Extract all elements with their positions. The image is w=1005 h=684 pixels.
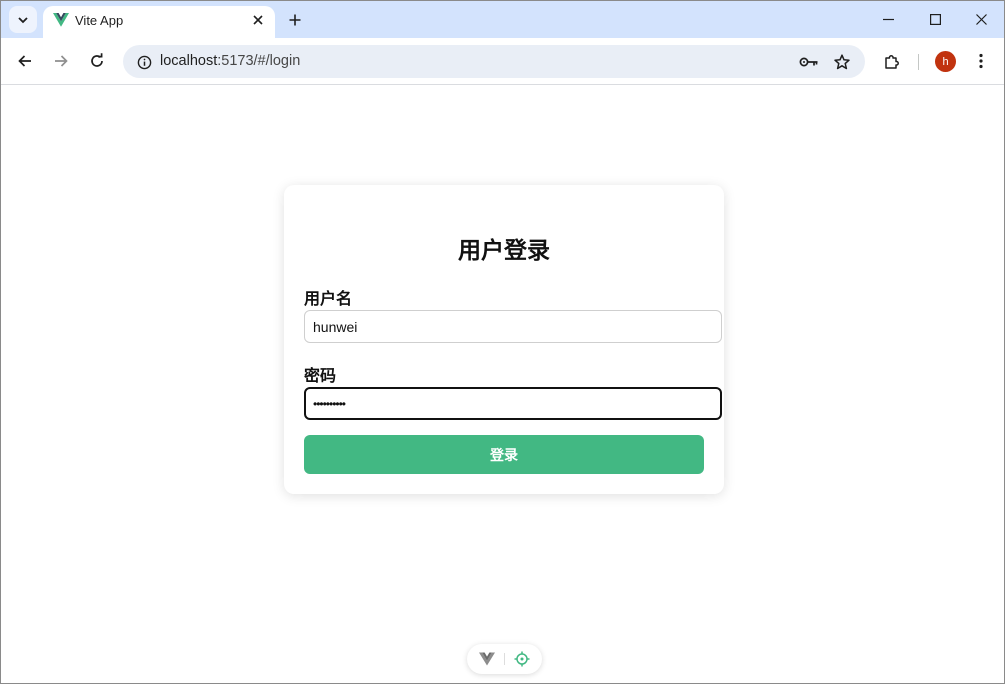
info-icon [137,55,151,69]
back-button[interactable] [12,48,38,74]
arrow-right-icon [55,55,68,67]
kebab-menu-icon [979,53,983,69]
puzzle-icon [884,54,899,69]
maximize-icon [929,13,941,25]
minimize-button[interactable] [865,1,911,37]
maximize-button[interactable] [912,1,958,37]
url-text: localhost:5173/#/login [160,53,300,69]
password-manager-button[interactable] [796,49,822,75]
close-icon [975,13,987,25]
tab-title: Vite App [75,13,124,28]
tab-search-button[interactable] [9,6,37,33]
password-field[interactable]: •••••••••• [304,387,722,420]
url-host: localhost [160,53,218,69]
toolbar-divider [918,54,919,70]
arrow-left-icon [18,55,31,67]
close-icon [253,15,263,25]
bookmark-button[interactable] [829,49,855,75]
vue-devtools-toggle[interactable] [467,644,542,674]
star-icon [834,54,850,70]
vue-logo-icon [53,13,69,27]
site-info-button[interactable] [131,49,157,75]
plus-icon [289,14,301,26]
username-field[interactable]: hunwei [304,310,722,343]
password-value: •••••••••• [313,396,346,411]
login-button[interactable]: 登录 [304,435,704,474]
forward-button[interactable] [48,48,74,74]
close-window-button[interactable] [958,1,1004,37]
username-value: hunwei [313,318,358,335]
reload-button[interactable] [84,48,110,74]
tab-close-button[interactable] [249,11,267,29]
vue-logo-icon[interactable] [479,652,495,666]
password-label: 密码 [304,368,337,385]
browser-toolbar: localhost:5173/#/login h [1,38,1004,85]
tab-active[interactable]: Vite App [43,6,275,38]
target-icon[interactable] [514,651,530,667]
login-card: 用户登录 用户名 hunwei 密码 •••••••••• 登录 [284,185,724,494]
url-path: :5173/#/login [217,53,301,69]
browser-window: Vite App localhost:5173/#/login h 用户登录 用… [0,0,1005,684]
new-tab-button[interactable] [283,8,307,32]
chevron-down-icon [18,16,28,23]
devtools-divider [504,653,505,665]
username-label: 用户名 [304,291,353,308]
browser-menu-button[interactable] [968,48,994,74]
tab-strip: Vite App [1,1,1004,38]
address-bar[interactable]: localhost:5173/#/login [123,45,865,78]
key-icon [799,57,818,67]
extensions-button[interactable] [879,48,905,74]
minimize-icon [882,18,894,20]
page-title: 用户登录 [458,237,550,263]
avatar[interactable]: h [935,51,956,72]
reload-icon [91,53,103,67]
